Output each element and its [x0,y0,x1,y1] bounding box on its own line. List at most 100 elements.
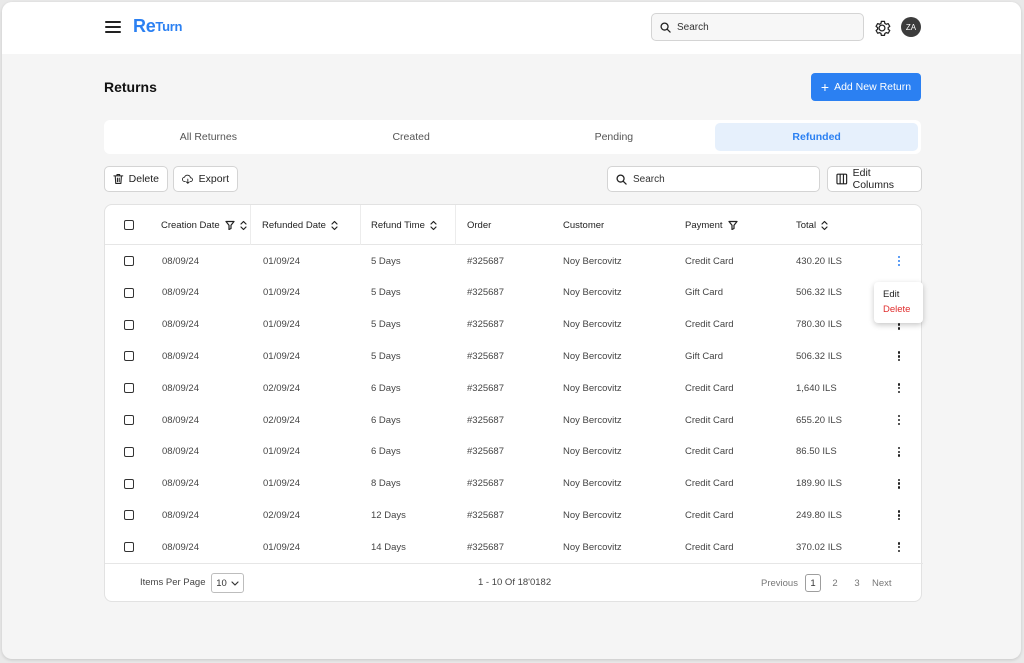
cell-total: 780.30 ILS [796,319,842,331]
add-new-return-label: Add New Return [834,81,912,93]
delete-button[interactable]: Delete [104,166,168,192]
previous-page-button[interactable]: Previous [761,578,798,589]
cell-order: #325687 [467,319,504,331]
header-label: Order [467,219,492,231]
edit-columns-button[interactable]: Edit Columns [827,166,922,192]
row-checkbox[interactable] [124,351,134,362]
add-new-return-button[interactable]: + Add New Return [811,73,921,101]
row-checkbox[interactable] [124,446,134,457]
cell-total: 430.20 ILS [796,255,842,267]
sort-icon[interactable] [240,220,247,231]
table-row[interactable]: 08/09/24 01/09/24 14 Days #325687 Noy Bercov… [105,531,923,563]
row-checkbox[interactable] [124,256,134,266]
table-row[interactable]: 08/09/24 02/09/24 12 Days #325687 Noy Bercov… [105,499,923,531]
header-payment[interactable]: Payment [685,205,738,245]
more-vertical-icon[interactable] [895,540,903,554]
more-vertical-icon[interactable] [895,477,903,491]
cell-total: 1,640 ILS [796,382,837,394]
app-logo[interactable]: ReTurn [133,16,182,37]
cell-payment: Credit Card [685,541,734,553]
next-page-button[interactable]: Next [872,578,892,589]
gear-icon[interactable] [872,18,892,38]
more-vertical-icon[interactable] [895,508,903,522]
table-row[interactable]: 08/09/24 01/09/24 5 Days #325687 Noy Bercovi… [105,340,923,372]
cell-payment: Credit Card [685,255,734,267]
tab-created[interactable]: Created [310,123,513,151]
row-checkbox[interactable] [124,287,134,298]
cell-order: #325687 [467,350,504,362]
table-row[interactable]: 08/09/24 01/09/24 5 Days #325687 Noy Bercovi… [105,277,923,309]
cell-creation-date: 08/09/24 [162,414,199,426]
cell-customer: Noy Bercovitz [563,287,622,299]
row-checkbox[interactable] [124,319,134,330]
row-checkbox[interactable] [124,415,134,425]
sort-icon[interactable] [331,220,338,231]
pagination: Previous 1 2 3 Next [761,573,892,593]
header-label: Customer [563,219,605,231]
row-checkbox[interactable] [124,478,134,489]
logo-main: Re [133,16,156,36]
cell-creation-date: 08/09/24 [162,255,199,267]
avatar[interactable]: ZA [901,17,921,37]
header-refund-time[interactable]: Refund Time [371,205,437,245]
header-refunded-date[interactable]: Refunded Date [262,205,338,245]
table-row[interactable]: 08/09/24 02/09/24 6 Days #325687 Noy Bercovi… [105,404,923,436]
tab-all-returns[interactable]: All Returnes [107,123,310,151]
filter-icon[interactable] [225,220,235,230]
row-checkbox[interactable] [124,383,134,394]
cell-payment: Credit Card [685,478,734,490]
cell-payment: Gift Card [685,350,724,362]
table-row[interactable]: 08/09/24 01/09/24 5 Days #325687 Noy Bercovi… [105,245,923,277]
cell-refund-time: 5 Days [371,319,401,331]
sort-icon[interactable] [430,220,437,231]
global-search-input[interactable] [677,21,847,33]
items-per-page-select[interactable]: 10 [211,573,244,593]
row-checkbox[interactable] [124,542,134,553]
cell-creation-date: 08/09/24 [162,287,199,299]
page-button-1[interactable]: 1 [804,574,821,592]
header-creation-date[interactable]: Creation Date [161,205,247,245]
table-search[interactable] [607,166,820,192]
header-customer: Customer [563,205,604,245]
sort-icon[interactable] [821,220,828,231]
menu-icon[interactable] [105,20,121,34]
cell-refunded-date: 02/09/24 [263,382,300,394]
row-menu-edit[interactable]: Edit [883,287,923,302]
cell-total: 370.02 ILS [796,541,842,553]
tab-pending[interactable]: Pending [513,123,716,151]
filter-icon[interactable] [727,220,738,230]
table-footer: Items Per Page 10 1 - 10 Of 18'0182 Prev… [105,563,923,603]
table-search-input[interactable] [633,173,803,185]
more-vertical-icon[interactable] [895,254,903,268]
cell-payment: Credit Card [685,446,734,458]
table-row[interactable]: 08/09/24 01/09/24 5 Days #325687 Noy Bercovi… [105,309,923,341]
cell-refunded-date: 01/09/24 [263,319,300,331]
table-row[interactable]: 08/09/24 01/09/24 6 Days #325687 Noy Bercovi… [105,436,923,468]
items-per-page-label: Items Per Page [140,577,206,588]
select-all-checkbox[interactable] [124,220,134,230]
cell-payment: Credit Card [685,509,734,521]
table-row[interactable]: 08/09/24 02/09/24 6 Days #325687 Noy Bercovi… [105,372,923,404]
page-button-2[interactable]: 2 [827,574,843,592]
header-total[interactable]: Total [796,205,828,245]
cell-customer: Noy Bercovitz [563,541,622,553]
more-vertical-icon[interactable] [895,349,903,363]
tab-refunded[interactable]: Refunded [715,123,918,151]
page-button-3[interactable]: 3 [849,574,865,592]
status-tabs: All Returnes Created Pending Refunded [104,120,921,154]
export-button[interactable]: Export [173,166,238,192]
row-menu-delete[interactable]: Delete [883,302,923,317]
more-vertical-icon[interactable] [895,413,903,427]
cell-total: 506.32 ILS [796,287,842,299]
more-vertical-icon[interactable] [895,381,903,395]
table-row[interactable]: 08/09/24 01/09/24 8 Days #325687 Noy Bercovi… [105,468,923,500]
page-title: Returns [104,79,157,95]
cell-customer: Noy Bercovitz [563,319,622,331]
global-search[interactable] [651,13,864,41]
select-all-cell [124,205,134,245]
search-icon [616,173,627,185]
more-vertical-icon[interactable] [895,445,903,459]
row-checkbox[interactable] [124,510,134,521]
cell-order: #325687 [467,541,504,553]
cell-refund-time: 5 Days [371,255,401,267]
